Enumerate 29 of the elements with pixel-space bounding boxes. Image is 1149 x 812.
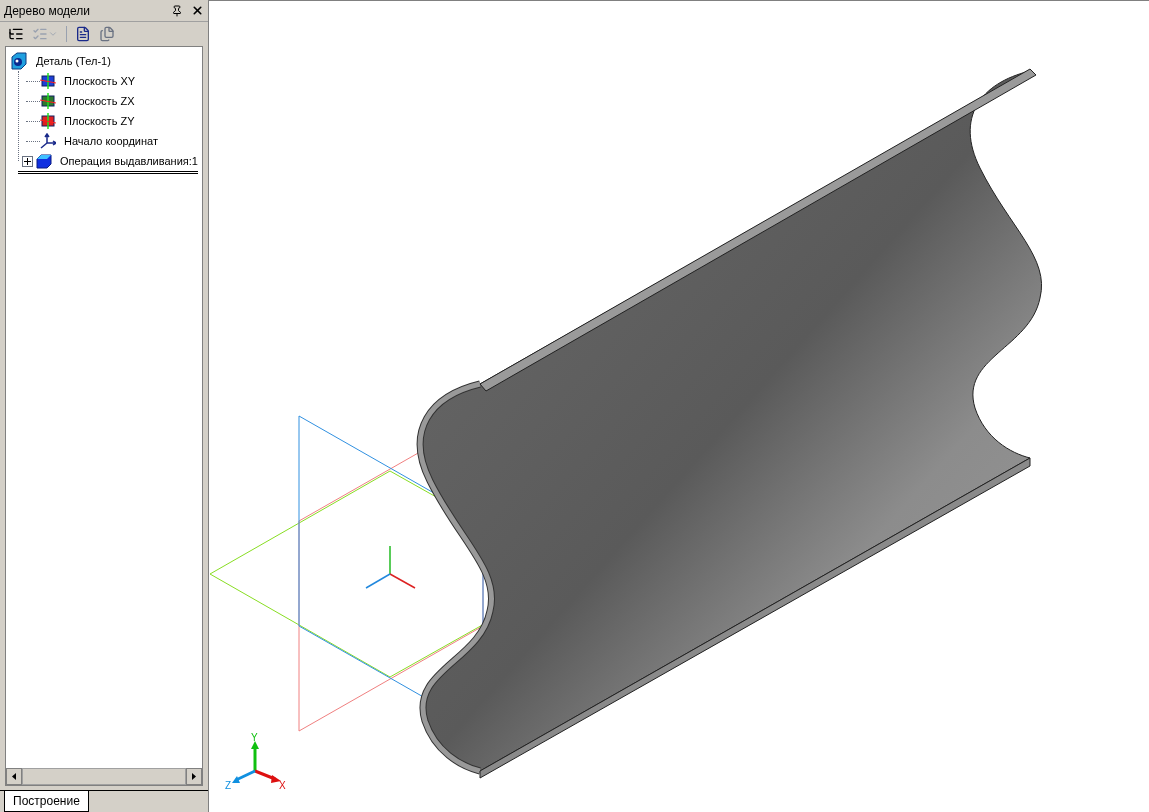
documents-icon[interactable] bbox=[99, 26, 115, 42]
tree-item[interactable]: Плоскость ZY bbox=[64, 112, 135, 130]
tab[interactable]: Построение bbox=[4, 791, 89, 812]
part-icon bbox=[10, 52, 28, 70]
tree-item[interactable]: Операция выдавливания:1 bbox=[60, 152, 198, 170]
close-icon[interactable] bbox=[191, 4, 204, 17]
plane-icon bbox=[40, 73, 56, 89]
tree-item[interactable]: Плоскость ZX bbox=[64, 92, 135, 110]
checklist-icon[interactable] bbox=[32, 26, 48, 42]
origin-axes-drawing bbox=[365, 545, 416, 589]
panel-title: Дерево модели bbox=[4, 2, 92, 20]
expand-button[interactable] bbox=[22, 155, 33, 167]
axes-icon bbox=[40, 133, 56, 149]
plane-icon bbox=[40, 93, 56, 109]
horizontal-scrollbar[interactable] bbox=[6, 768, 202, 785]
tree-item[interactable]: Деталь (Тел-1) bbox=[36, 52, 111, 70]
cube-icon bbox=[36, 153, 52, 169]
pin-icon[interactable] bbox=[171, 4, 183, 17]
scroll-left-icon[interactable] bbox=[6, 768, 22, 785]
plane-icon bbox=[40, 113, 56, 129]
tree-item[interactable]: Начало координат bbox=[64, 132, 158, 150]
model-viewport[interactable]: Y Z X bbox=[209, 0, 1149, 812]
document-icon[interactable] bbox=[75, 26, 91, 42]
tree-view-icon[interactable] bbox=[8, 26, 24, 42]
scroll-right-icon[interactable] bbox=[186, 768, 202, 785]
scrollbar-thumb[interactable] bbox=[22, 768, 186, 785]
tree-item[interactable]: Плоскость XY bbox=[64, 72, 136, 90]
sheet-profile-drawing[interactable] bbox=[416, 68, 1042, 779]
axis-triad-drawing: Y Z X bbox=[225, 732, 286, 791]
